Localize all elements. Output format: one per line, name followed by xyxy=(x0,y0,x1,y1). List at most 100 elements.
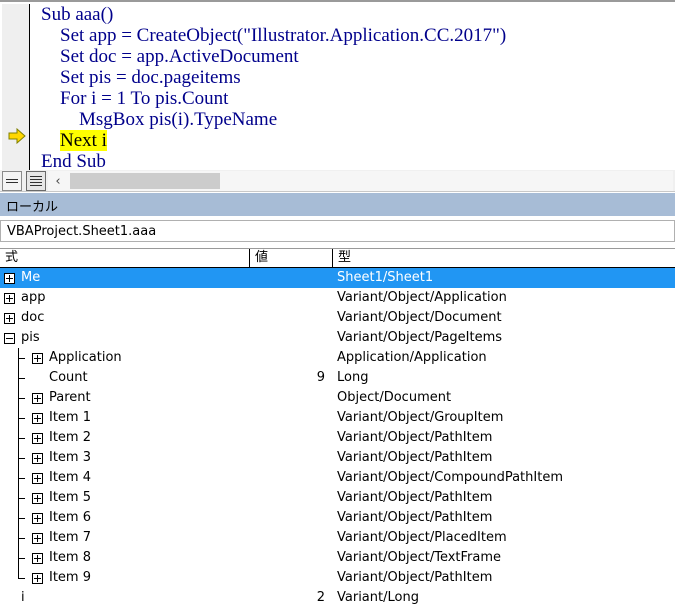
locals-row-expression-label: Item 3 xyxy=(49,450,91,465)
locals-row-value-cell[interactable]: 9 xyxy=(250,368,329,388)
locals-row-expression-cell[interactable]: Item 4 xyxy=(0,468,250,488)
code-horizontal-scrollbar[interactable]: ‹ xyxy=(48,171,673,191)
locals-row-value-cell[interactable] xyxy=(250,468,329,488)
locals-row-value-cell[interactable] xyxy=(250,428,329,448)
locals-row-expression-cell[interactable]: Parent xyxy=(0,388,250,408)
code-margin-indicator-bar[interactable] xyxy=(2,4,30,170)
locals-row-value-cell[interactable] xyxy=(250,388,329,408)
locals-row-value-cell[interactable] xyxy=(250,328,329,348)
locals-row-value-cell[interactable] xyxy=(250,568,329,588)
expand-plus-icon[interactable] xyxy=(32,432,43,444)
code-line[interactable]: Set app = CreateObject("Illustrator.Appl… xyxy=(31,25,675,46)
expand-plus-icon[interactable] xyxy=(32,532,43,544)
code-line[interactable]: End Sub xyxy=(31,151,675,170)
locals-row-type-cell: Variant/Object/PathItem xyxy=(337,570,493,585)
locals-grid-body: Me Sheet1/Sheet1 app Variant/Object/Applica… xyxy=(0,268,675,608)
locals-row[interactable]: doc Variant/Object/Document xyxy=(0,308,675,328)
locals-row-expression-label: Item 8 xyxy=(49,550,91,565)
expand-plus-icon[interactable] xyxy=(32,572,43,584)
locals-row-expression-cell[interactable]: Item 7 xyxy=(0,528,250,548)
locals-row-value-cell[interactable] xyxy=(250,288,329,308)
expand-plus-icon[interactable] xyxy=(32,452,43,464)
code-pane-bottom-toolbar: ‹ xyxy=(0,170,675,192)
code-line[interactable]: Next i xyxy=(31,130,675,151)
locals-row-expression-cell[interactable]: pis xyxy=(0,328,250,348)
locals-window-titlebar[interactable]: ローカル xyxy=(0,193,675,216)
locals-row-expression-cell[interactable]: Count xyxy=(0,368,250,388)
locals-row-expression-cell[interactable]: Item 9 xyxy=(0,568,250,588)
full-module-view-button[interactable] xyxy=(26,171,46,191)
full-module-view-icon xyxy=(30,174,42,188)
locals-row-expression-cell[interactable]: Item 1 xyxy=(0,408,250,428)
expand-plus-icon[interactable] xyxy=(32,492,43,504)
code-line[interactable]: Set pis = doc.pageitems xyxy=(31,67,675,88)
expand-plus-icon[interactable] xyxy=(32,552,43,564)
tree-connector-line xyxy=(18,568,32,588)
locals-row-expression-cell[interactable]: Me xyxy=(0,268,250,288)
locals-row-type-cell: Long xyxy=(337,370,369,385)
locals-row-expression-cell[interactable]: Item 3 xyxy=(0,448,250,468)
locals-row-expression-label: app xyxy=(21,290,46,305)
column-header-value[interactable]: 値 xyxy=(250,249,333,267)
locals-row[interactable]: Item 1 Variant/Object/GroupItem xyxy=(0,408,675,428)
column-header-expression[interactable]: 式 xyxy=(0,249,250,267)
locals-row[interactable]: Item 7 Variant/Object/PlacedItem xyxy=(0,528,675,548)
locals-row[interactable]: Item 5 Variant/Object/PathItem xyxy=(0,488,675,508)
locals-row-expression-cell[interactable]: Item 5 xyxy=(0,488,250,508)
locals-row-expression-cell[interactable]: i xyxy=(0,588,250,608)
locals-row-value-cell[interactable] xyxy=(250,508,329,528)
locals-row[interactable]: pis Variant/Object/PageItems xyxy=(0,328,675,348)
locals-row[interactable]: Item 8 Variant/Object/TextFrame xyxy=(0,548,675,568)
tree-connector-line xyxy=(18,468,32,488)
locals-row-value-cell[interactable] xyxy=(250,348,329,368)
locals-row[interactable]: app Variant/Object/Application xyxy=(0,288,675,308)
locals-row[interactable]: Item 9 Variant/Object/PathItem xyxy=(0,568,675,588)
locals-row-expression-cell[interactable]: Application xyxy=(0,348,250,368)
locals-row-expression-cell[interactable]: doc xyxy=(0,308,250,328)
code-editor-pane[interactable]: Sub aaa() Set app = CreateObject("Illust… xyxy=(0,0,675,170)
expand-plus-icon[interactable] xyxy=(32,352,43,364)
locals-row-value-cell[interactable] xyxy=(250,308,329,328)
locals-row-type-cell: Variant/Object/PathItem xyxy=(337,450,493,465)
locals-row[interactable]: Item 6 Variant/Object/PathItem xyxy=(0,508,675,528)
locals-row[interactable]: Item 4 Variant/Object/CompoundPathItem xyxy=(0,468,675,488)
expand-plus-icon[interactable] xyxy=(32,392,43,404)
locals-row-value-cell[interactable] xyxy=(250,268,329,288)
scrollbar-thumb[interactable] xyxy=(70,173,220,189)
expand-plus-icon[interactable] xyxy=(32,512,43,524)
procedure-view-button[interactable] xyxy=(2,171,22,191)
locals-row-value-cell[interactable] xyxy=(250,548,329,568)
expand-plus-icon[interactable] xyxy=(32,412,43,424)
code-line[interactable]: Sub aaa() xyxy=(31,4,675,25)
expand-plus-icon[interactable] xyxy=(4,312,15,324)
locals-row[interactable]: Item 3 Variant/Object/PathItem xyxy=(0,448,675,468)
locals-row-expression-cell[interactable]: Item 6 xyxy=(0,508,250,528)
locals-context-field[interactable]: VBAProject.Sheet1.aaa xyxy=(0,220,675,242)
scroll-left-arrow-icon[interactable]: ‹ xyxy=(48,171,68,191)
locals-row-value-cell[interactable] xyxy=(250,408,329,428)
locals-grid: 式 値 型 Me Sheet1/Sheet1 app Variant/Object/A… xyxy=(0,248,675,608)
locals-row-expression-cell[interactable]: Item 2 xyxy=(0,428,250,448)
locals-row[interactable]: Count 9 Long xyxy=(0,368,675,388)
locals-row[interactable]: Me Sheet1/Sheet1 xyxy=(0,268,675,288)
collapse-minus-icon[interactable] xyxy=(4,332,15,344)
locals-row-expression-cell[interactable]: app xyxy=(0,288,250,308)
locals-row[interactable]: Parent Object/Document xyxy=(0,388,675,408)
column-header-type[interactable]: 型 xyxy=(333,249,675,267)
locals-row-value-cell[interactable] xyxy=(250,528,329,548)
locals-row-expression-cell[interactable]: Item 8 xyxy=(0,548,250,568)
locals-row[interactable]: i 2 Variant/Long xyxy=(0,588,675,608)
locals-row-type-cell: Variant/Object/PlacedItem xyxy=(337,530,507,545)
code-line[interactable]: For i = 1 To pis.Count xyxy=(31,88,675,109)
code-text-area[interactable]: Sub aaa() Set app = CreateObject("Illust… xyxy=(31,4,675,170)
locals-row-value-cell[interactable] xyxy=(250,488,329,508)
locals-row-value-cell[interactable] xyxy=(250,448,329,468)
locals-row[interactable]: Application Application/Application xyxy=(0,348,675,368)
locals-row[interactable]: Item 2 Variant/Object/PathItem xyxy=(0,428,675,448)
locals-row-value-cell[interactable]: 2 xyxy=(250,588,329,608)
expand-plus-icon[interactable] xyxy=(4,272,15,284)
expand-plus-icon[interactable] xyxy=(32,472,43,484)
expand-plus-icon[interactable] xyxy=(4,292,15,304)
code-line[interactable]: Set doc = app.ActiveDocument xyxy=(31,46,675,67)
code-line[interactable]: MsgBox pis(i).TypeName xyxy=(31,109,675,130)
